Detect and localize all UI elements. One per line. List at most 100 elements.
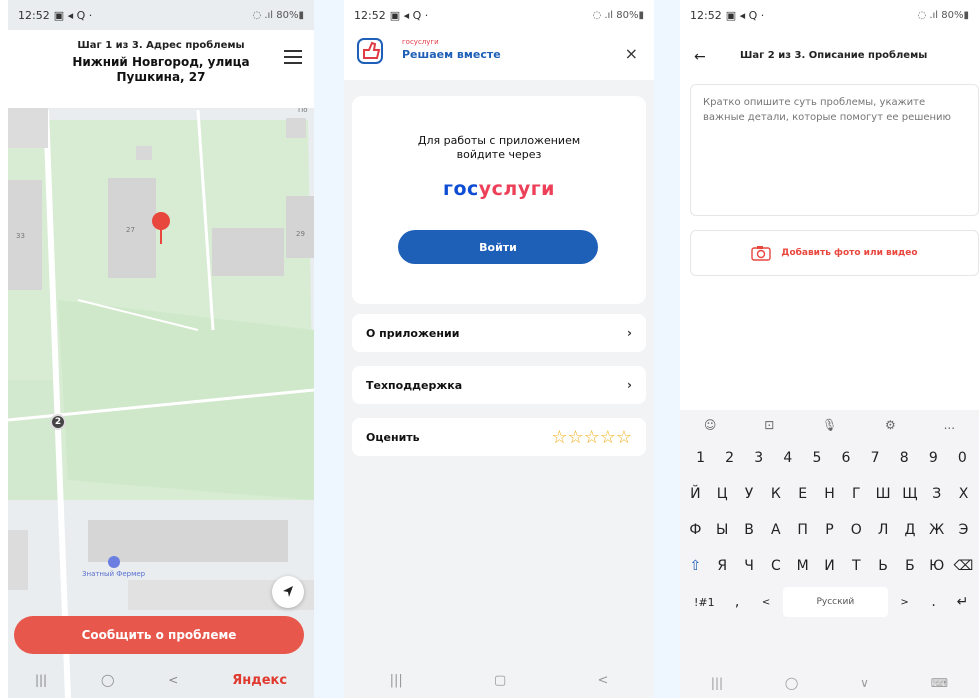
- status-icons: ▣ ◂ Q ·: [389, 8, 429, 22]
- building-number: 33: [16, 232, 25, 240]
- key[interactable]: З: [925, 479, 948, 509]
- key[interactable]: 7: [863, 443, 888, 473]
- back-button[interactable]: <: [597, 673, 608, 688]
- space-key[interactable]: Русский: [782, 587, 889, 617]
- close-icon[interactable]: ×: [625, 44, 638, 63]
- key[interactable]: Я: [711, 551, 734, 581]
- gosuslugi-logo: госуслуги: [352, 178, 646, 200]
- yandex-logo: Яндекс: [232, 672, 288, 688]
- recent-apps-button[interactable]: |||: [711, 676, 723, 690]
- key[interactable]: Ы: [711, 515, 734, 545]
- key[interactable]: Ш: [872, 479, 895, 509]
- key[interactable]: Н: [818, 479, 841, 509]
- key[interactable]: Ф: [684, 515, 707, 545]
- settings-icon[interactable]: ⚙: [885, 418, 896, 432]
- battery-signal: ◌ .ıl 80%▮: [252, 9, 304, 21]
- hide-keyboard-icon[interactable]: ∨: [860, 676, 869, 690]
- key[interactable]: У: [738, 479, 761, 509]
- key[interactable]: Й: [684, 479, 707, 509]
- key[interactable]: А: [764, 515, 787, 545]
- chevron-right-icon: ›: [627, 326, 632, 340]
- key[interactable]: 1: [688, 443, 713, 473]
- microphone-icon[interactable]: 🎙: [822, 418, 837, 432]
- report-problem-button[interactable]: Сообщить о проблеме: [14, 616, 304, 654]
- keyboard: ☺ ⊡ 🎙 ⚙ ... 1 2 3 4 5 6 7 8 9 0 Й Ц У К …: [680, 410, 979, 698]
- location-pin-stem: [160, 228, 162, 244]
- key[interactable]: Ь: [872, 551, 895, 581]
- dot-key[interactable]: .: [921, 587, 946, 617]
- symbols-key[interactable]: !#1: [688, 587, 721, 617]
- key[interactable]: Б: [899, 551, 922, 581]
- locate-me-button[interactable]: [272, 576, 304, 608]
- comma-key[interactable]: ,: [725, 587, 750, 617]
- key[interactable]: Т: [845, 551, 868, 581]
- key[interactable]: И: [818, 551, 841, 581]
- key[interactable]: 0: [950, 443, 975, 473]
- home-button[interactable]: ◯: [785, 676, 798, 690]
- key[interactable]: К: [764, 479, 787, 509]
- key[interactable]: 6: [833, 443, 858, 473]
- keyboard-row-2: Ф Ы В А П Р О Л Д Ж Э: [680, 512, 979, 548]
- key[interactable]: 9: [921, 443, 946, 473]
- key[interactable]: Щ: [899, 479, 922, 509]
- home-button[interactable]: ▢: [494, 673, 506, 688]
- menu-item-label: Техподдержка: [366, 378, 463, 392]
- key[interactable]: 5: [804, 443, 829, 473]
- key[interactable]: В: [738, 515, 761, 545]
- app-title: Решаем вместе: [402, 48, 501, 61]
- recent-apps-button[interactable]: |||: [390, 673, 403, 688]
- key[interactable]: 8: [892, 443, 917, 473]
- key[interactable]: М: [791, 551, 814, 581]
- status-bar: 12:52 ▣ ◂ Q · ◌ .ıl 80%▮: [344, 0, 654, 30]
- menu-item-rate[interactable]: Оценить ☆☆☆☆☆: [352, 418, 646, 456]
- home-button[interactable]: ◯: [101, 673, 114, 687]
- battery-signal: ◌ .ıl 80%▮: [592, 9, 644, 21]
- description-input[interactable]: [690, 84, 979, 216]
- screen-gap: [654, 0, 680, 698]
- navigation-arrow-icon: [283, 586, 293, 597]
- key[interactable]: 2: [717, 443, 742, 473]
- recent-apps-button[interactable]: |||: [35, 673, 47, 687]
- keyboard-icon[interactable]: ⌨: [931, 676, 948, 690]
- key[interactable]: П: [791, 515, 814, 545]
- login-button[interactable]: Войти: [398, 230, 598, 264]
- key[interactable]: Х: [952, 479, 975, 509]
- language-right-icon[interactable]: >: [892, 587, 917, 617]
- key[interactable]: Э: [952, 515, 975, 545]
- star-rating-icon[interactable]: ☆☆☆☆☆: [551, 427, 632, 448]
- map-marker[interactable]: 2: [50, 414, 66, 430]
- key[interactable]: Е: [791, 479, 814, 509]
- system-nav-bar: ||| ◯ < Яндекс: [8, 662, 314, 698]
- key[interactable]: С: [764, 551, 787, 581]
- language-left-icon[interactable]: <: [754, 587, 779, 617]
- map-screen: 33 27 29 По 12:52 ▣ ◂ Q · ◌ .ıl 80%▮ Шаг …: [8, 0, 314, 698]
- key[interactable]: 3: [746, 443, 771, 473]
- system-nav-bar: ||| ◯ ∨ ⌨: [680, 668, 979, 698]
- backspace-icon[interactable]: ⌫: [952, 551, 975, 581]
- clock: 12:52: [18, 8, 50, 22]
- poi-marker[interactable]: Знатный Фермер: [82, 556, 145, 578]
- key[interactable]: Р: [818, 515, 841, 545]
- sticker-icon[interactable]: ⊡: [764, 418, 774, 432]
- address-text: Нижний Новгород, улица Пушкина, 27: [72, 55, 250, 84]
- key[interactable]: Ю: [925, 551, 948, 581]
- enter-icon[interactable]: ↵: [950, 587, 975, 617]
- key[interactable]: О: [845, 515, 868, 545]
- menu-item-support[interactable]: Техподдержка ›: [352, 366, 646, 404]
- key[interactable]: 4: [775, 443, 800, 473]
- key[interactable]: Д: [899, 515, 922, 545]
- key[interactable]: Ч: [738, 551, 761, 581]
- key[interactable]: Г: [845, 479, 868, 509]
- emoji-icon[interactable]: ☺: [704, 418, 717, 432]
- back-button[interactable]: <: [168, 673, 178, 687]
- add-photo-button[interactable]: Добавить фото или видео: [690, 230, 979, 276]
- menu-icon[interactable]: [284, 50, 302, 64]
- back-arrow-icon[interactable]: ←: [694, 49, 706, 65]
- key[interactable]: Ц: [711, 479, 734, 509]
- key[interactable]: Ж: [925, 515, 948, 545]
- thumbs-up-logo-icon: [357, 38, 383, 64]
- menu-item-about[interactable]: О приложении ›: [352, 314, 646, 352]
- shift-icon[interactable]: ⇧: [684, 551, 707, 581]
- key[interactable]: Л: [872, 515, 895, 545]
- more-icon[interactable]: ...: [944, 418, 955, 432]
